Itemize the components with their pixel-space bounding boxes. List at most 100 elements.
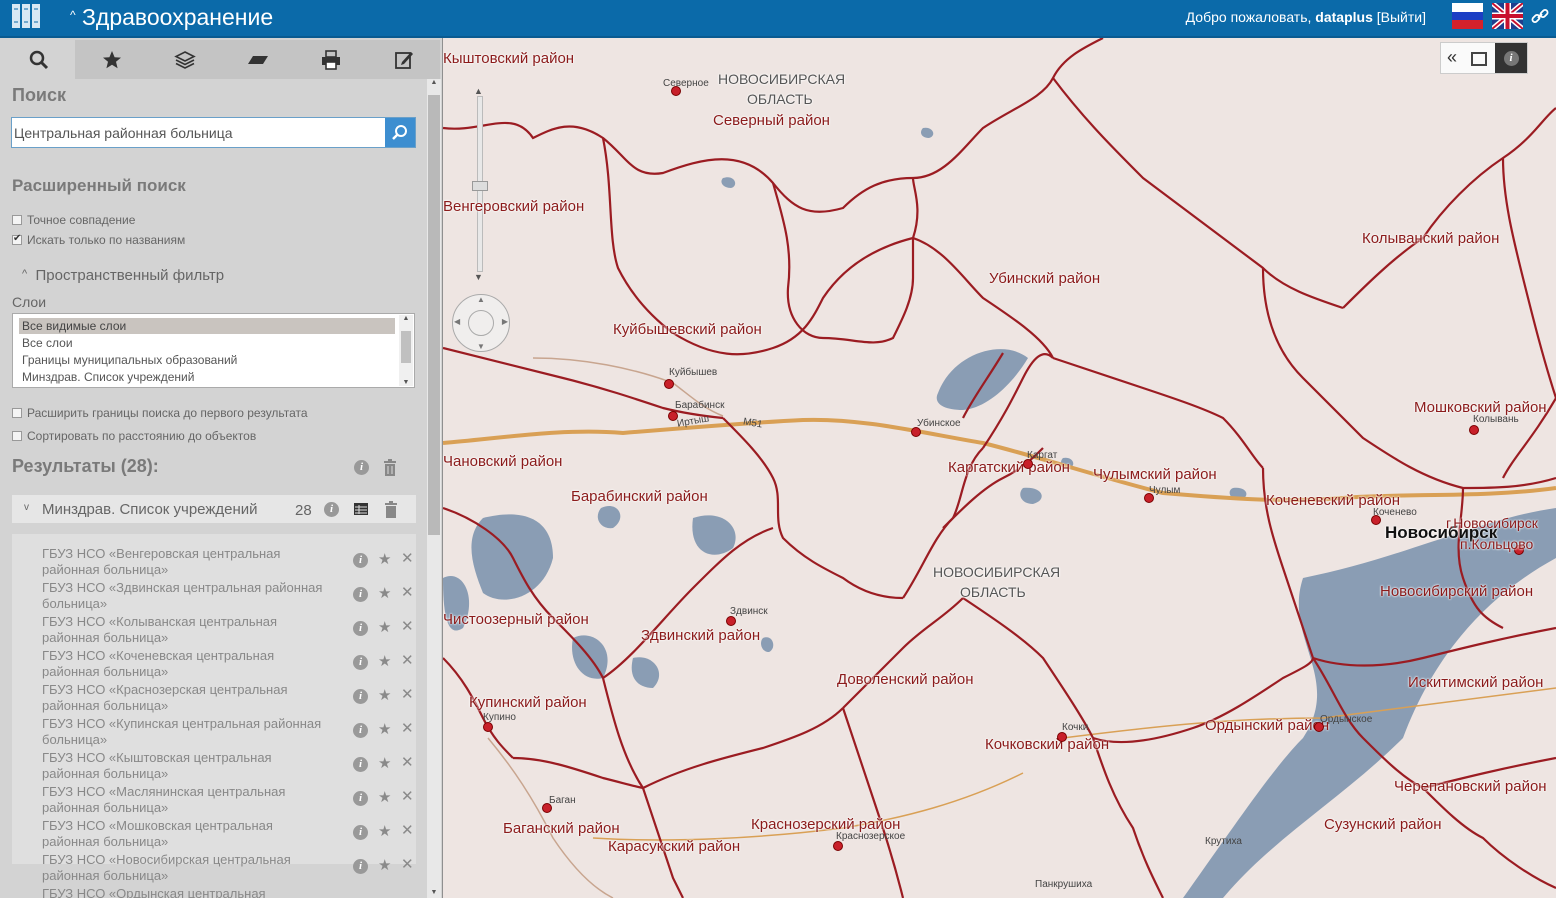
- zoom-in-icon[interactable]: ▲: [474, 86, 483, 96]
- tab-favorites[interactable]: [76, 40, 148, 79]
- pan-center[interactable]: [468, 310, 494, 336]
- pan-up-icon[interactable]: ▲: [477, 295, 485, 304]
- star-icon[interactable]: ★: [378, 618, 391, 636]
- scroll-down-icon[interactable]: ▼: [427, 889, 441, 896]
- layers-select[interactable]: Все видимые слои Все слои Границы муници…: [12, 313, 415, 388]
- info-icon[interactable]: i: [353, 689, 368, 704]
- map-view[interactable]: ▲ ▼ ▲ ▼ ◀ ▶ « i Кыштовский район Северны…: [443, 38, 1556, 898]
- info-icon[interactable]: i: [353, 587, 368, 602]
- spatial-filter-toggle[interactable]: ^ Пространственный фильтр: [22, 267, 224, 284]
- app-menu-icon[interactable]: [11, 3, 42, 29]
- sort-distance-option[interactable]: Сортировать по расстоянию до объектов: [12, 429, 256, 443]
- layers-scrollbar[interactable]: ▲ ▼: [399, 315, 413, 386]
- star-icon[interactable]: ★: [378, 652, 391, 670]
- star-icon[interactable]: ★: [378, 754, 391, 772]
- list-item[interactable]: ГБУЗ НСО «Венгеровская центральная район…: [12, 544, 416, 578]
- sort-distance-checkbox[interactable]: [12, 431, 22, 441]
- list-item[interactable]: ГБУЗ НСО «Колыванская центральная районн…: [12, 612, 416, 646]
- star-icon[interactable]: ★: [378, 584, 391, 602]
- close-icon[interactable]: ✕: [401, 549, 414, 567]
- list-item[interactable]: ГБУЗ НСО «Кыштовская центральная районна…: [12, 748, 416, 782]
- tab-print[interactable]: [295, 40, 367, 79]
- info-icon[interactable]: i: [353, 791, 368, 806]
- scroll-up-icon[interactable]: ▲: [399, 315, 413, 322]
- tab-layers[interactable]: [149, 40, 221, 79]
- names-only-option[interactable]: Искать только по названиям: [12, 233, 185, 247]
- town-marker[interactable]: [726, 616, 736, 626]
- pan-right-icon[interactable]: ▶: [502, 317, 508, 326]
- layer-option[interactable]: Границы муниципальных образований: [19, 352, 395, 368]
- tab-areas[interactable]: [222, 40, 294, 79]
- info-icon[interactable]: i: [353, 621, 368, 636]
- info-icon[interactable]: i: [353, 757, 368, 772]
- search-button[interactable]: [385, 118, 415, 147]
- info-icon[interactable]: i: [353, 825, 368, 840]
- zoom-handle[interactable]: [472, 181, 488, 191]
- town-marker[interactable]: [1057, 732, 1067, 742]
- tab-edit[interactable]: [368, 40, 440, 79]
- list-item[interactable]: ГБУЗ НСО «Купинская центральная районная…: [12, 714, 416, 748]
- flag-gb-icon[interactable]: [1492, 3, 1523, 29]
- table-icon[interactable]: [354, 503, 368, 515]
- star-icon[interactable]: ★: [378, 856, 391, 874]
- trash-icon[interactable]: [383, 459, 397, 476]
- link-icon[interactable]: [1530, 6, 1550, 26]
- search-input[interactable]: [12, 118, 388, 147]
- close-icon[interactable]: ✕: [401, 617, 414, 635]
- logout-link[interactable]: [Выйти]: [1377, 9, 1426, 25]
- scroll-down-icon[interactable]: ▼: [399, 379, 413, 386]
- list-item[interactable]: ГБУЗ НСО «Мошковская центральная районна…: [12, 816, 416, 850]
- close-icon[interactable]: ✕: [401, 719, 414, 737]
- extend-bounds-option[interactable]: Расширить границы поиска до первого резу…: [12, 406, 308, 420]
- close-icon[interactable]: ✕: [401, 583, 414, 601]
- list-item[interactable]: ГБУЗ НСО «Ордынская центральная: [12, 884, 416, 898]
- list-item[interactable]: ГБУЗ НСО «Краснозерская центральная райо…: [12, 680, 416, 714]
- chevron-down-icon[interactable]: v: [24, 502, 29, 513]
- sidebar-scroll-thumb[interactable]: [428, 95, 440, 535]
- info-icon[interactable]: i: [353, 723, 368, 738]
- star-icon[interactable]: ★: [378, 788, 391, 806]
- town-marker[interactable]: [833, 841, 843, 851]
- exact-match-option[interactable]: Точное совпадение: [12, 213, 135, 227]
- exact-match-checkbox[interactable]: [12, 215, 22, 225]
- close-icon[interactable]: ✕: [401, 855, 414, 873]
- pan-control[interactable]: ▲ ▼ ◀ ▶: [452, 294, 510, 352]
- star-icon[interactable]: ★: [378, 822, 391, 840]
- info-icon[interactable]: i: [353, 553, 368, 568]
- app-title[interactable]: ^ Здравоохранение: [70, 1, 273, 31]
- pan-down-icon[interactable]: ▼: [477, 342, 485, 351]
- town-marker[interactable]: [483, 722, 493, 732]
- results-group-header[interactable]: v Минздрав. Список учреждений 28 i: [12, 495, 416, 523]
- layers-scroll-thumb[interactable]: [401, 331, 411, 363]
- list-item[interactable]: ГБУЗ НСО «Коченевская центральная районн…: [12, 646, 416, 680]
- close-icon[interactable]: ✕: [401, 685, 414, 703]
- star-icon[interactable]: ★: [378, 720, 391, 738]
- layer-option[interactable]: Все слои: [19, 335, 395, 351]
- town-marker[interactable]: [1469, 425, 1479, 435]
- pan-left-icon[interactable]: ◀: [454, 317, 460, 326]
- zoom-out-icon[interactable]: ▼: [474, 272, 483, 282]
- collapse-icon[interactable]: «: [1447, 47, 1457, 68]
- names-only-checkbox[interactable]: [12, 233, 22, 245]
- close-icon[interactable]: ✕: [401, 753, 414, 771]
- star-icon[interactable]: ★: [378, 550, 391, 568]
- info-icon[interactable]: i: [324, 502, 339, 517]
- info-icon[interactable]: i: [353, 655, 368, 670]
- info-icon[interactable]: i: [354, 460, 369, 475]
- trash-icon[interactable]: [384, 501, 398, 518]
- list-item[interactable]: ГБУЗ НСО «Здвинская центральная районная…: [12, 578, 416, 612]
- town-marker[interactable]: [664, 379, 674, 389]
- layer-option[interactable]: Минздрав. Список учреждений: [19, 369, 395, 385]
- info-button[interactable]: i: [1495, 43, 1527, 73]
- sidebar-scrollbar[interactable]: ▲ ▼: [427, 79, 441, 898]
- list-item[interactable]: ГБУЗ НСО «Новосибирская центральная райо…: [12, 850, 416, 884]
- star-icon[interactable]: ★: [378, 686, 391, 704]
- extend-bounds-checkbox[interactable]: [12, 408, 22, 418]
- info-icon[interactable]: i: [353, 859, 368, 874]
- layer-option[interactable]: Все видимые слои: [19, 318, 395, 334]
- close-icon[interactable]: ✕: [401, 821, 414, 839]
- close-icon[interactable]: ✕: [401, 787, 414, 805]
- flag-ru-icon[interactable]: [1452, 3, 1483, 29]
- list-item[interactable]: ГБУЗ НСО «Маслянинская центральная район…: [12, 782, 416, 816]
- close-icon[interactable]: ✕: [401, 651, 414, 669]
